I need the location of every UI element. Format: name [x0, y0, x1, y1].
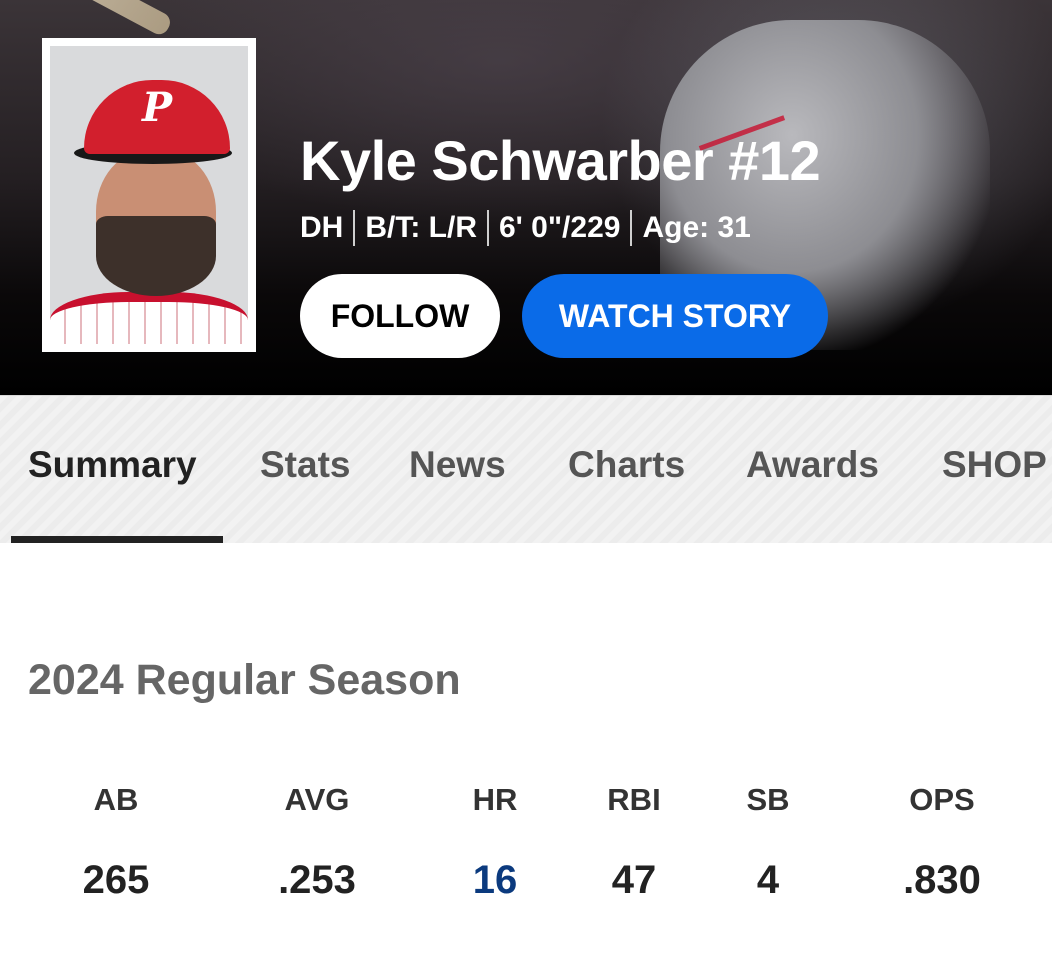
divider: [353, 210, 356, 246]
player-position: DH: [300, 211, 344, 244]
stat-value: .830: [903, 858, 981, 902]
stat-rbi: RBI 47: [574, 780, 694, 904]
divider: [630, 210, 633, 246]
active-tab-indicator: [11, 536, 223, 543]
stat-sb: SB 4: [708, 780, 828, 904]
stat-value: 47: [611, 858, 657, 902]
stat-value: 4: [756, 858, 780, 902]
tab-shop[interactable]: SHOP: [942, 444, 1047, 486]
tab-summary[interactable]: Summary: [28, 444, 197, 486]
player-bats-throws: B/T: L/R: [365, 211, 477, 244]
player-headshot-frame: P: [42, 38, 256, 352]
stat-label: HR: [472, 782, 518, 817]
player-headshot: P: [50, 46, 248, 344]
background-bat: [0, 0, 174, 38]
watch-story-button[interactable]: WATCH STORY: [522, 274, 828, 358]
player-tabs: Summary Stats News Charts Awards SHOP: [0, 395, 1052, 543]
stat-label: AVG: [284, 782, 350, 817]
stat-label: OPS: [909, 782, 975, 817]
stat-label: SB: [746, 782, 790, 817]
stat-value-link[interactable]: 16: [435, 856, 555, 904]
stat-value: 265: [82, 858, 150, 902]
follow-button[interactable]: FOLLOW: [300, 274, 500, 358]
stat-value: .253: [278, 858, 356, 902]
player-name: Kyle Schwarber #12: [300, 129, 821, 192]
season-title: 2024 Regular Season: [28, 656, 461, 704]
tab-charts[interactable]: Charts: [568, 444, 685, 486]
tab-news[interactable]: News: [409, 444, 506, 486]
tab-awards[interactable]: Awards: [746, 444, 879, 486]
tab-stats[interactable]: Stats: [260, 444, 350, 486]
player-header: P Kyle Schwarber #12 DH B/T: L/R 6' 0"/2…: [0, 0, 1052, 395]
headshot-jersey: [50, 292, 248, 344]
headshot-beard: [96, 216, 216, 296]
stat-avg: AVG .253: [257, 780, 377, 904]
team-cap: P: [84, 80, 230, 154]
stat-ops: OPS .830: [882, 780, 1002, 904]
stat-label: RBI: [607, 782, 661, 817]
player-age: Age: 31: [642, 211, 751, 244]
stat-ab: AB 265: [56, 780, 176, 904]
team-logo-letter: P: [141, 84, 173, 131]
divider: [487, 210, 489, 246]
stat-label: AB: [93, 782, 139, 817]
player-height-weight: 6' 0"/229: [499, 211, 621, 244]
stat-hr[interactable]: HR 16: [435, 780, 555, 904]
player-bio-line: DH B/T: L/R 6' 0"/229 Age: 31: [300, 210, 751, 246]
